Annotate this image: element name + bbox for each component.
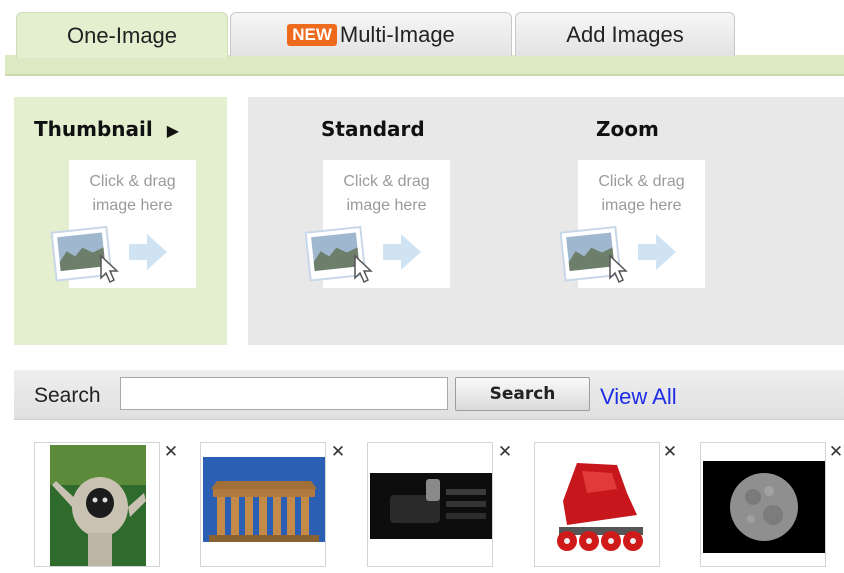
standard-title: Standard xyxy=(321,117,425,141)
thumbnail-panel: Thumbnail ▶ Click & drag image here xyxy=(14,97,227,345)
image-thumbnail-gearshift[interactable] xyxy=(367,442,493,567)
image-thumbnail-moon[interactable] xyxy=(700,442,826,567)
red-inline-skate-photo xyxy=(537,445,659,566)
image-editor-page: One-Image NEW Multi-Image Add Images Thu… xyxy=(0,0,844,573)
drag-image-icon xyxy=(50,225,167,284)
drop-hint-line1: Click & drag xyxy=(343,173,430,190)
image-thumbnail-gibbon[interactable] xyxy=(34,442,160,567)
greek-temple-photo xyxy=(203,445,325,566)
remove-image-close-icon[interactable]: ✕ xyxy=(495,442,515,462)
remove-image-close-icon[interactable]: ✕ xyxy=(660,442,680,462)
car-gear-shift-photo xyxy=(370,445,492,566)
zoom-drop-zone[interactable]: Click & drag image here xyxy=(559,160,705,288)
search-bar: Search Search View All xyxy=(14,370,844,420)
drop-hint-line2: image here xyxy=(346,197,427,214)
tab-multi-image-label: Multi-Image xyxy=(339,21,455,47)
search-label: Search xyxy=(34,384,101,407)
drop-hint-line2: image here xyxy=(601,197,682,214)
standard-drop-zone[interactable]: Click & drag image here xyxy=(304,160,450,288)
thumbnail-drop-zone[interactable]: Click & drag image here xyxy=(50,160,196,288)
drop-hint: Click & drag image here xyxy=(578,170,705,218)
tab-one-image[interactable]: One-Image xyxy=(16,12,228,58)
remove-image-close-icon[interactable]: ✕ xyxy=(161,442,181,462)
new-badge: NEW xyxy=(287,23,337,46)
tab-strip xyxy=(5,55,844,76)
image-thumbnail-skate[interactable] xyxy=(534,442,660,567)
tab-one-image-label: One-Image xyxy=(66,22,178,48)
tab-add-images-label: Add Images xyxy=(566,21,684,47)
thumbnail-title: Thumbnail ▶ xyxy=(34,117,179,141)
tab-multi-image[interactable]: NEW Multi-Image xyxy=(230,12,512,56)
search-button[interactable]: Search xyxy=(455,377,590,411)
gibbon-photo xyxy=(50,445,146,566)
search-input[interactable] xyxy=(120,377,448,410)
tab-bar: One-Image NEW Multi-Image Add Images xyxy=(0,0,844,76)
view-all-link[interactable]: View All xyxy=(600,384,677,410)
drop-hint: Click & drag image here xyxy=(323,170,450,218)
moon-photo xyxy=(703,445,825,566)
play-arrow-icon: ▶ xyxy=(166,121,180,140)
drop-hint-line1: Click & drag xyxy=(89,173,176,190)
drag-image-icon xyxy=(559,225,676,284)
zoom-title: Zoom xyxy=(596,117,659,141)
drop-hint-line1: Click & drag xyxy=(598,173,685,190)
drag-image-icon xyxy=(304,225,421,284)
remove-image-close-icon[interactable]: ✕ xyxy=(328,442,348,462)
image-thumbnail-temple[interactable] xyxy=(200,442,326,567)
drop-hint-line2: image here xyxy=(92,197,173,214)
thumbnail-title-text: Thumbnail xyxy=(34,117,153,141)
tab-add-images[interactable]: Add Images xyxy=(515,12,735,56)
standard-zoom-panel: Standard Click & drag image here Zoom Cl… xyxy=(248,97,844,345)
remove-image-close-icon[interactable]: ✕ xyxy=(826,442,844,462)
drop-hint: Click & drag image here xyxy=(69,170,196,218)
